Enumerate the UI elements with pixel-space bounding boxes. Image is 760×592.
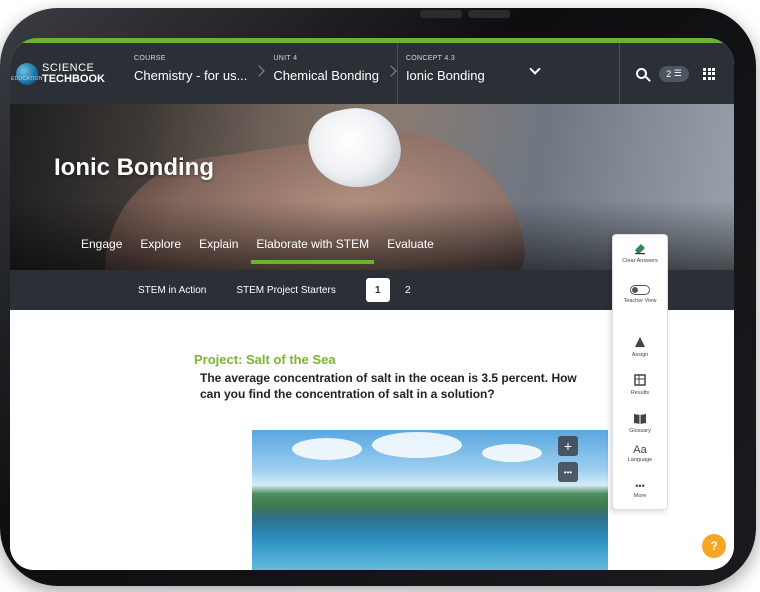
glossary-tool[interactable]: Glossary <box>613 411 667 435</box>
assign-icon <box>635 337 645 347</box>
teacher-view-label: Teacher View <box>623 298 657 304</box>
header-actions: 2 ☰ <box>619 43 734 104</box>
assign-label: Assign <box>631 352 649 358</box>
tools-panel: Clear Answers Teacher View Assign Result… <box>612 234 668 510</box>
tab-engage[interactable]: Engage <box>72 232 131 266</box>
brand-logo[interactable]: SCIENCE TECHBOOK EDUCATION <box>10 43 126 104</box>
help-button[interactable]: ? <box>702 534 726 558</box>
app-grid-icon[interactable] <box>703 67 715 80</box>
results-label: Results <box>630 390 650 396</box>
eraser-icon <box>635 244 645 255</box>
more-tool[interactable]: ••• More <box>613 481 667 500</box>
brand-text: SCIENCE TECHBOOK <box>42 61 105 85</box>
breadcrumb-unit[interactable]: UNIT 4 Chemical Bonding <box>265 43 397 104</box>
tab-explain[interactable]: Explain <box>190 232 247 266</box>
assign-tool[interactable]: Assign <box>613 335 667 359</box>
concept-label: CONCEPT 4.3 <box>405 55 456 62</box>
language-icon: Aa <box>633 444 647 456</box>
clear-answers-tool[interactable]: Clear Answers <box>613 241 667 265</box>
page-button-1[interactable]: 1 <box>365 278 390 302</box>
book-icon <box>634 414 646 424</box>
project-title: Project: Salt of the Sea <box>194 352 336 367</box>
language-label: Language <box>627 457 653 463</box>
cloud <box>292 438 362 460</box>
toggle-icon <box>630 285 650 295</box>
results-icon <box>634 374 646 386</box>
glossary-label: Glossary <box>629 428 651 434</box>
tab-explore[interactable]: Explore <box>131 232 190 266</box>
notes-badge-button[interactable]: 2 ☰ <box>659 65 689 82</box>
section-tabs: Engage Explore Explain Elaborate with ST… <box>72 232 443 266</box>
page-button-2[interactable]: 2 <box>396 278 420 302</box>
course-value: Chemistry - for us... <box>134 68 248 83</box>
course-label: COURSE <box>134 55 166 62</box>
results-tool[interactable]: Results <box>613 373 667 397</box>
chevron-right-icon <box>385 65 397 77</box>
brand-line2: TECHBOOK <box>42 72 105 85</box>
volume-button <box>420 10 462 18</box>
expand-button[interactable]: + <box>558 436 578 456</box>
screen: SCIENCE TECHBOOK EDUCATION COURSE Chemis… <box>10 38 734 570</box>
more-options-button[interactable]: ••• <box>558 462 578 482</box>
unit-value: Chemical Bonding <box>273 68 379 83</box>
subtab-stem-project-starters[interactable]: STEM Project Starters <box>236 285 335 296</box>
brand-sub: EDUCATION <box>11 76 43 82</box>
concept-value: Ionic Bonding <box>405 68 485 83</box>
project-question: The average concentration of salt in the… <box>200 371 577 401</box>
breadcrumb-course[interactable]: COURSE Chemistry - for us... <box>126 43 266 104</box>
teacher-view-toggle[interactable]: Teacher View <box>613 285 667 305</box>
more-label: More <box>633 493 647 499</box>
clear-answers-label: Clear Answers <box>622 258 658 264</box>
top-nav: SCIENCE TECHBOOK EDUCATION COURSE Chemis… <box>10 38 734 104</box>
brand-line1: SCIENCE <box>42 61 95 74</box>
chevron-right-icon <box>253 65 266 77</box>
cloud <box>372 432 462 458</box>
breadcrumb-concept[interactable]: CONCEPT 4.3 Ionic Bonding <box>396 43 557 104</box>
badge-count: 2 <box>666 68 672 79</box>
page-title: Ionic Bonding <box>54 154 214 181</box>
power-button <box>468 10 510 18</box>
unit-label: UNIT 4 <box>273 55 298 62</box>
more-icon: ••• <box>635 481 645 491</box>
ocean-photo: + ••• <box>252 430 608 570</box>
tab-evaluate[interactable]: Evaluate <box>378 232 443 266</box>
search-icon[interactable] <box>636 68 647 79</box>
cloud <box>482 444 542 462</box>
language-tool[interactable]: Aa Language <box>613 444 667 464</box>
tab-elaborate-with-stem[interactable]: Elaborate with STEM <box>247 232 378 266</box>
tablet-frame: SCIENCE TECHBOOK EDUCATION COURSE Chemis… <box>0 8 756 586</box>
subtab-stem-in-action[interactable]: STEM in Action <box>138 285 206 296</box>
